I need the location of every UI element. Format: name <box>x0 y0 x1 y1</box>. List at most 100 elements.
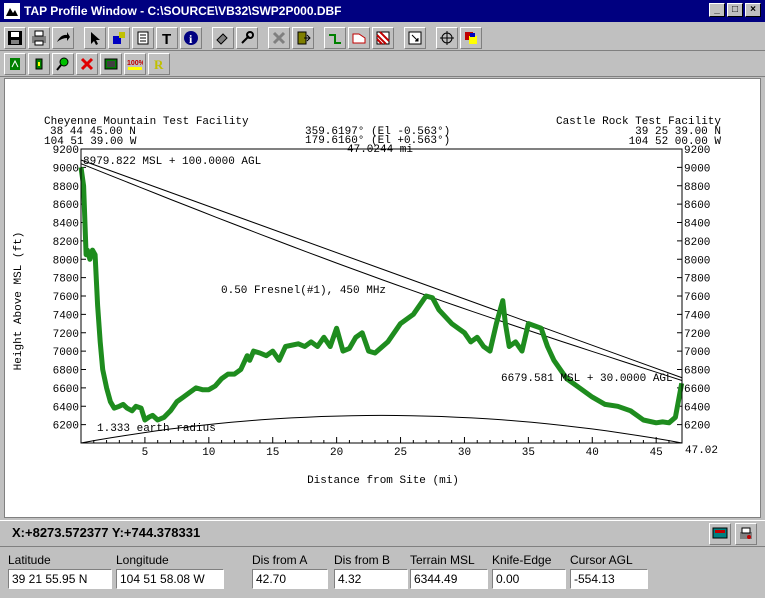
latitude-field: Latitude 39 21 55.95 N <box>8 553 112 589</box>
svg-text:100%: 100% <box>127 60 143 67</box>
image-button[interactable] <box>100 52 122 75</box>
dis-from-a-label: Dis from A <box>252 553 308 567</box>
fresnel-label: 0.50 Fresnel(#1), 450 MHz <box>221 285 386 297</box>
dis-from-a-value[interactable]: 42.70 <box>252 569 328 589</box>
y-tick-label-left: 8200 <box>53 237 79 249</box>
path-green-icon <box>329 33 341 44</box>
color-icon <box>465 31 477 44</box>
longitude-value[interactable]: 104 51 58.08 W <box>116 569 224 589</box>
y-tick-label-right: 8200 <box>684 237 710 249</box>
percent-button[interactable]: 100% <box>124 52 146 75</box>
delete-button[interactable] <box>268 26 290 49</box>
close-button[interactable]: × <box>745 3 761 17</box>
y-tick-label-right: 8000 <box>684 255 710 267</box>
y-tick-label-right: 8600 <box>684 200 710 212</box>
export-button[interactable] <box>52 26 74 49</box>
main-toolbar: T i <box>0 25 765 51</box>
sat-button[interactable] <box>28 52 50 75</box>
y-tick-label-left: 6200 <box>53 421 79 433</box>
x-tick-label: 5 <box>142 447 149 459</box>
cancel-button[interactable] <box>76 52 98 75</box>
print-preview-button[interactable] <box>735 523 757 545</box>
save-button[interactable] <box>4 26 26 49</box>
dis-from-a-field: Dis from A 42.70 <box>252 553 328 589</box>
minimize-button[interactable]: _ <box>709 3 725 17</box>
exit-button[interactable] <box>292 26 314 49</box>
save-icon <box>8 30 22 45</box>
paint-button[interactable] <box>108 26 130 49</box>
y-tick-label-left: 7800 <box>53 274 79 286</box>
percent-icon: 100% <box>127 60 143 70</box>
stripe-button[interactable] <box>372 26 394 49</box>
antenna-b-label: 6679.581 MSL + 30.0000 AGL <box>501 373 673 385</box>
tool-button[interactable] <box>212 26 234 49</box>
terrain-msl-value[interactable]: 6344.49 <box>410 569 488 589</box>
x-tick-label: 10 <box>202 447 215 459</box>
profile-chart[interactable]: 6200 6200 6400 6400 6600 6600 6800 6800 7000 7000… <box>5 79 762 519</box>
magnify-button[interactable] <box>52 52 74 75</box>
y-tick-label-left: 6600 <box>53 384 79 396</box>
y-tick-label-right: 7400 <box>684 310 710 322</box>
window-title: TAP Profile Window - C:\SOURCE\VB32\SWP2… <box>24 4 342 18</box>
green-button[interactable] <box>4 52 26 75</box>
x-tick-label: 20 <box>330 447 343 459</box>
table-button[interactable] <box>132 26 154 49</box>
y-tick-label-right: 6800 <box>684 366 710 378</box>
cursor-agl-value[interactable]: -554.13 <box>570 569 648 589</box>
latitude-value[interactable]: 39 21 55.95 N <box>8 569 112 589</box>
info-button[interactable]: i <box>180 26 202 49</box>
path-green-button[interactable] <box>324 26 346 49</box>
magnify-icon <box>56 57 69 71</box>
color-button[interactable] <box>460 26 482 49</box>
zoom-icon <box>408 31 422 44</box>
delete-icon <box>272 31 286 44</box>
dis-from-b-value[interactable]: 4.32 <box>334 569 408 589</box>
y-tick-label-right: 8800 <box>684 182 710 194</box>
knife-edge-value[interactable]: 0.00 <box>492 569 566 589</box>
sat-icon <box>35 58 43 69</box>
x-tick-label: 40 <box>586 447 599 459</box>
knife-edge-label: Knife-Edge <box>492 553 552 567</box>
green-icon <box>10 57 20 70</box>
crosshair-button[interactable] <box>436 26 458 49</box>
profile-plot[interactable]: 6200 6200 6400 6400 6600 6600 6800 6800 7000 7000… <box>4 78 761 518</box>
y-tick-label-right: 9000 <box>684 163 710 175</box>
y-tick-label-left: 8400 <box>53 219 79 231</box>
y-tick-label-left: 7600 <box>53 292 79 304</box>
text-button[interactable]: T <box>156 26 178 49</box>
path-red-button[interactable] <box>348 26 370 49</box>
svg-text:R: R <box>154 57 164 72</box>
y-tick-label-left: 7000 <box>53 347 79 359</box>
coordinate-bar: X:+8273.572377 Y:+744.378331 <box>0 520 765 545</box>
paint-icon <box>113 31 125 44</box>
y-tick-label-left: 9000 <box>53 163 79 175</box>
zoom-button[interactable] <box>404 26 426 49</box>
latitude-label: Latitude <box>8 553 51 567</box>
x-tick-label: 15 <box>266 447 279 459</box>
path-distance: 47.0244 mi <box>347 144 413 156</box>
image-icon <box>104 58 118 69</box>
dis-from-b-field: Dis from B 4.32 <box>334 553 408 589</box>
table-icon <box>137 31 149 44</box>
y-tick-label-right: 6400 <box>684 402 710 414</box>
y-tick-label-left: 7200 <box>53 329 79 341</box>
y-tick-label-left: 7400 <box>53 310 79 322</box>
y-tick-label-right: 6200 <box>684 421 710 433</box>
y-tick-label-right: 6600 <box>684 384 710 396</box>
y-tick-label-left: 8800 <box>53 182 79 194</box>
maximize-button[interactable]: □ <box>727 3 743 17</box>
cursor-agl-field: Cursor AGL -554.13 <box>570 553 648 589</box>
view-button[interactable] <box>709 523 731 545</box>
print-button[interactable] <box>28 26 50 49</box>
site-a-lon: 104 51 39.00 W <box>44 136 137 148</box>
svg-text:T: T <box>162 31 171 46</box>
wrench-button[interactable] <box>236 26 258 49</box>
x-axis-label: Distance from Site (mi) <box>307 475 459 487</box>
text-icon: T <box>162 31 171 46</box>
wrench-icon <box>241 30 254 44</box>
r-button[interactable]: R <box>148 52 170 75</box>
cursor-coordinates: X:+8273.572377 Y:+744.378331 <box>12 525 201 540</box>
pointer-button[interactable] <box>84 26 106 49</box>
printer-icon <box>740 527 752 539</box>
antenna-a-label: 8979.822 MSL + 100.0000 AGL <box>83 156 261 168</box>
